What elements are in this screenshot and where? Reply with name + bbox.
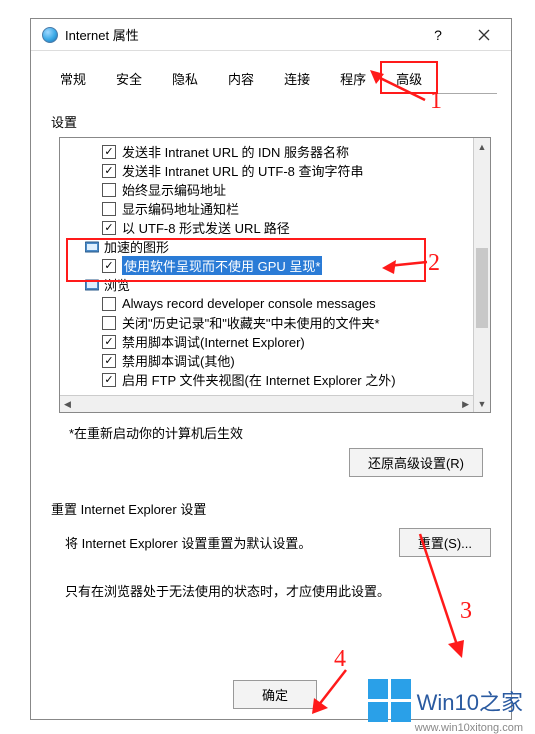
checkbox[interactable] — [102, 183, 116, 197]
checkbox[interactable] — [102, 297, 116, 311]
tree-item-label: 使用软件呈现而不使用 GPU 呈现* — [122, 256, 322, 275]
scroll-up-icon[interactable]: ▲ — [474, 138, 490, 155]
titlebar: Internet 属性 ? — [31, 19, 511, 51]
window-title: Internet 属性 — [65, 25, 415, 44]
tree-item-label: Always record developer console messages — [122, 296, 376, 311]
tree-item-label: 发送非 Intranet URL 的 IDN 服务器名称 — [122, 142, 349, 161]
tree-item-label: 加速的图形 — [104, 237, 169, 256]
annotation-1: 1 — [430, 88, 442, 115]
checkbox[interactable] — [102, 373, 116, 387]
tab-privacy[interactable]: 隐私 — [157, 62, 213, 94]
checkbox[interactable] — [102, 354, 116, 368]
restart-note: *在重新启动你的计算机后生效 — [69, 423, 491, 442]
settings-tree: 发送非 Intranet URL 的 IDN 服务器名称发送非 Intranet… — [59, 137, 491, 413]
checkbox[interactable] — [102, 221, 116, 235]
help-button[interactable]: ? — [415, 20, 461, 50]
scroll-left-icon[interactable]: ◀ — [64, 399, 71, 410]
internet-properties-dialog: Internet 属性 ? 常规 安全 隐私 内容 连接 程序 高级 设置 发送… — [30, 18, 512, 720]
annotation-3: 3 — [460, 598, 472, 625]
annotation-2: 2 — [428, 250, 440, 277]
scroll-thumb[interactable] — [476, 248, 488, 328]
checkbox[interactable] — [102, 202, 116, 216]
globe-icon — [41, 26, 59, 44]
tree-category[interactable]: 加速的图形 — [66, 237, 472, 256]
reset-description: 将 Internet Explorer 设置重置为默认设置。 — [65, 533, 311, 552]
tree-item[interactable]: 关闭"历史记录"和"收藏夹"中未使用的文件夹* — [66, 313, 472, 332]
annotation-4: 4 — [334, 646, 346, 673]
checkbox[interactable] — [102, 164, 116, 178]
tree-item-label: 禁用脚本调试(Internet Explorer) — [122, 332, 305, 351]
scroll-right-icon[interactable]: ▶ — [462, 399, 469, 410]
tree-item-label: 始终显示编码地址 — [122, 180, 226, 199]
reset-section-label: 重置 Internet Explorer 设置 — [51, 499, 491, 518]
tab-connections[interactable]: 连接 — [269, 62, 325, 94]
tab-content[interactable]: 内容 — [213, 62, 269, 94]
tree-item[interactable]: 发送非 Intranet URL 的 IDN 服务器名称 — [66, 142, 472, 161]
tree-item-label: 浏览 — [104, 275, 130, 294]
brand-name: Win10之家 — [417, 685, 523, 717]
tree-item[interactable]: 发送非 Intranet URL 的 UTF-8 查询字符串 — [66, 161, 472, 180]
settings-group-label: 设置 — [51, 112, 491, 131]
horizontal-scrollbar[interactable]: ◀ ▶ — [60, 395, 473, 412]
scroll-down-icon[interactable]: ▼ — [474, 395, 490, 412]
checkbox[interactable] — [102, 335, 116, 349]
tree-item-label: 发送非 Intranet URL 的 UTF-8 查询字符串 — [122, 161, 364, 180]
ok-button[interactable]: 确定 — [233, 680, 317, 709]
close-button[interactable] — [461, 20, 507, 50]
vertical-scrollbar[interactable]: ▲ ▼ — [473, 138, 490, 412]
tab-programs[interactable]: 程序 — [325, 62, 381, 94]
tree-item-label: 显示编码地址通知栏 — [122, 199, 239, 218]
checkbox[interactable] — [102, 259, 116, 273]
tree-item-label: 禁用脚本调试(其他) — [122, 351, 235, 370]
brand-url: www.win10xitong.com — [415, 722, 523, 734]
tree-item[interactable]: 以 UTF-8 形式发送 URL 路径 — [66, 218, 472, 237]
tree-item[interactable]: 禁用脚本调试(其他) — [66, 351, 472, 370]
tree-item[interactable]: Always record developer console messages — [66, 294, 472, 313]
monitor-icon — [84, 240, 100, 254]
tree-item[interactable]: 显示编码地址通知栏 — [66, 199, 472, 218]
tree-category[interactable]: 浏览 — [66, 275, 472, 294]
checkbox[interactable] — [102, 316, 116, 330]
reset-button[interactable]: 重置(S)... — [399, 528, 491, 557]
tree-item-label: 启用 FTP 文件夹视图(在 Internet Explorer 之外) — [122, 370, 396, 389]
windows-icon — [368, 679, 411, 722]
restore-defaults-button[interactable]: 还原高级设置(R) — [349, 448, 483, 477]
tab-general[interactable]: 常规 — [45, 62, 101, 94]
tree-item-label: 关闭"历史记录"和"收藏夹"中未使用的文件夹* — [122, 313, 380, 332]
tree-item-label: 以 UTF-8 形式发送 URL 路径 — [122, 218, 290, 237]
tree-item[interactable]: 启用 FTP 文件夹视图(在 Internet Explorer 之外) — [66, 370, 472, 389]
tree-item[interactable]: 始终显示编码地址 — [66, 180, 472, 199]
dialog-body: 设置 发送非 Intranet URL 的 IDN 服务器名称发送非 Intra… — [31, 94, 511, 600]
tree-item[interactable]: 禁用脚本调试(Internet Explorer) — [66, 332, 472, 351]
watermark-logo: Win10之家 www.win10xitong.com — [368, 679, 523, 722]
checkbox[interactable] — [102, 145, 116, 159]
monitor-icon — [84, 278, 100, 292]
tab-advanced[interactable]: 高级 — [381, 62, 437, 94]
reset-note: 只有在浏览器处于无法使用的状态时，才应使用此设置。 — [65, 581, 491, 600]
tree-item[interactable]: 使用软件呈现而不使用 GPU 呈现* — [66, 256, 472, 275]
tab-security[interactable]: 安全 — [101, 62, 157, 94]
